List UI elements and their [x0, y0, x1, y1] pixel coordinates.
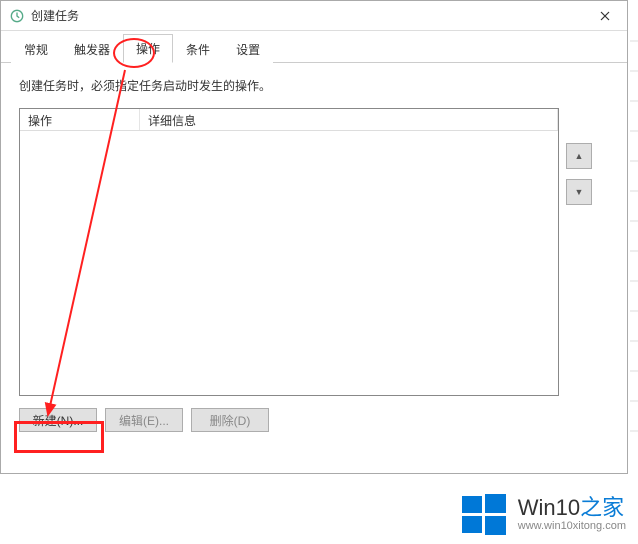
watermark: Win10之家 www.win10xitong.com: [460, 490, 626, 538]
edit-button[interactable]: 编辑(E)...: [105, 408, 183, 432]
windows-logo-icon: [460, 490, 508, 538]
watermark-text: Win10之家 www.win10xitong.com: [518, 496, 626, 532]
description-text: 创建任务时，必须指定任务启动时发生的操作。: [19, 77, 609, 94]
tab-actions[interactable]: 操作: [123, 34, 173, 63]
actions-table[interactable]: 操作 详细信息 ▲ ▼: [19, 108, 559, 396]
table-header: 操作 详细信息: [20, 109, 558, 131]
brand-prefix: Win10: [518, 495, 580, 520]
titlebar: 创建任务: [1, 1, 627, 31]
reorder-controls: ▲ ▼: [566, 143, 592, 205]
right-edge-decoration: [630, 40, 638, 460]
watermark-url: www.win10xitong.com: [518, 520, 626, 532]
brand-suffix: 之家: [580, 495, 624, 520]
create-task-dialog: 创建任务 常规 触发器 操作 条件 设置 创建任务时，必须指定任务启动时发生的操…: [0, 0, 628, 474]
window-title: 创建任务: [31, 7, 79, 24]
tab-general[interactable]: 常规: [11, 35, 61, 63]
tab-content: 创建任务时，必须指定任务启动时发生的操作。 操作 详细信息 ▲ ▼ 新建(N).…: [1, 63, 627, 446]
column-details[interactable]: 详细信息: [140, 109, 558, 130]
delete-button[interactable]: 删除(D): [191, 408, 269, 432]
close-button[interactable]: [583, 1, 627, 31]
tab-conditions[interactable]: 条件: [173, 35, 223, 63]
clock-icon: [9, 8, 25, 24]
move-down-button[interactable]: ▼: [566, 179, 592, 205]
move-up-button[interactable]: ▲: [566, 143, 592, 169]
watermark-brand: Win10之家: [518, 496, 626, 520]
new-button[interactable]: 新建(N)...: [19, 408, 97, 432]
action-buttons-row: 新建(N)... 编辑(E)... 删除(D): [19, 408, 609, 432]
tab-triggers[interactable]: 触发器: [61, 35, 123, 63]
column-action[interactable]: 操作: [20, 109, 140, 130]
tab-settings[interactable]: 设置: [223, 35, 273, 63]
tab-strip: 常规 触发器 操作 条件 设置: [1, 35, 627, 63]
